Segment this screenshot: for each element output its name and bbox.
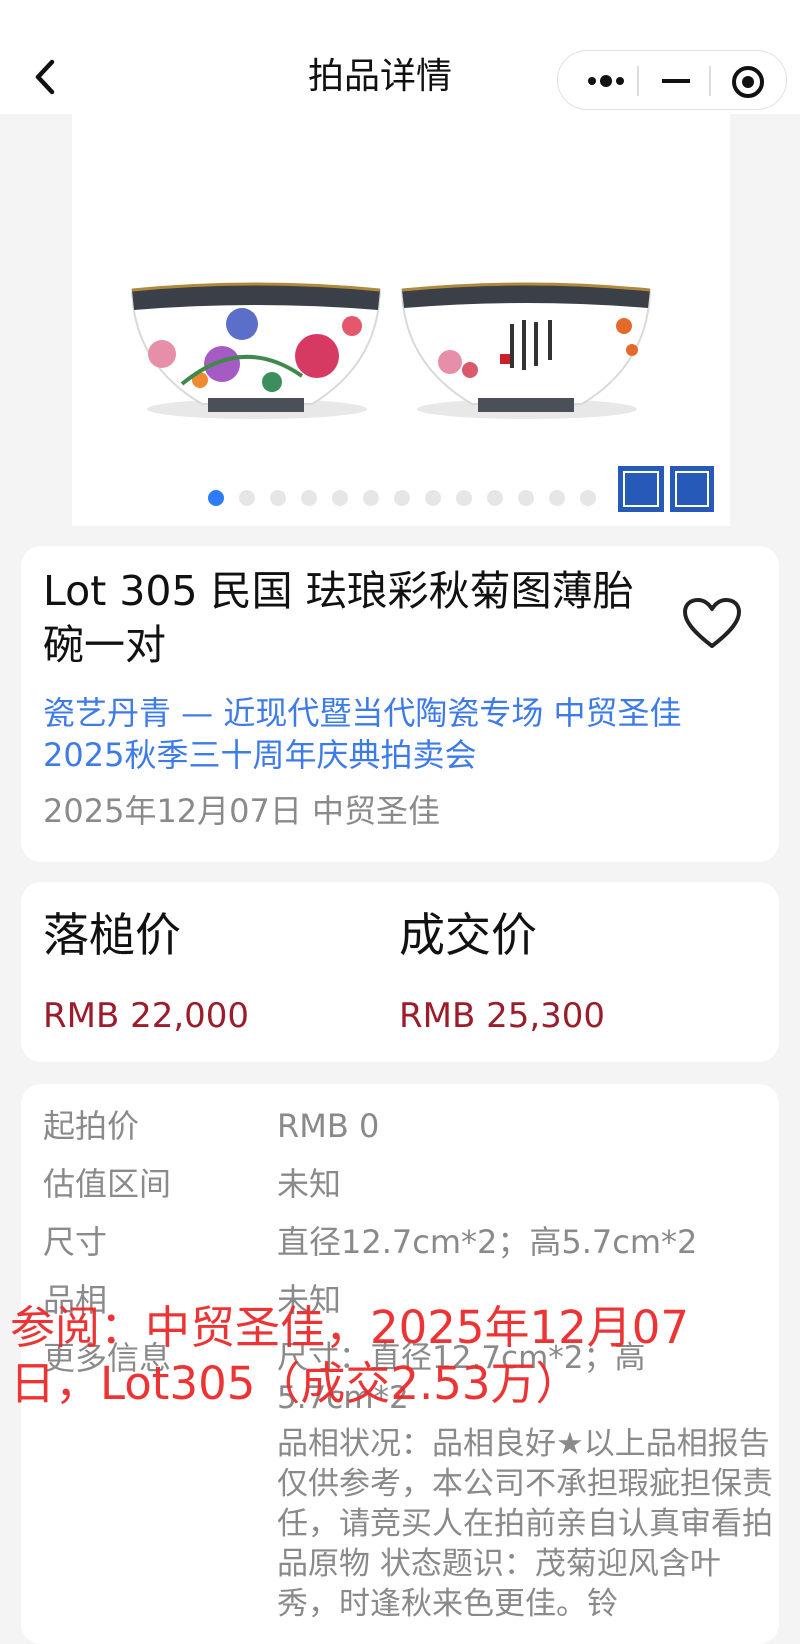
carousel-dot[interactable] <box>487 490 503 506</box>
start-price-value: RMB 0 <box>277 1107 380 1145</box>
size-label: 尺寸 <box>43 1223 108 1261</box>
lot-info-card: Lot 305 民国 珐琅彩秋菊图薄胎碗一对 瓷艺丹青 — 近现代暨当代陶瓷专场… <box>21 546 779 862</box>
deal-price-label: 成交价 <box>399 908 537 962</box>
bowls-image <box>130 282 714 512</box>
navigation-bar: 拍品详情 <box>0 0 800 114</box>
carousel-dot[interactable] <box>270 490 286 506</box>
capsule-divider <box>637 66 639 96</box>
condition-label: 品相 <box>43 1281 108 1319</box>
carousel-dot[interactable] <box>549 490 565 506</box>
carousel-dot[interactable] <box>208 490 224 506</box>
mini-program-capsule <box>557 50 787 110</box>
estimate-label: 估值区间 <box>43 1165 172 1203</box>
more-info-size: 尺寸：直径12.7cm*2；高5.7cm*2 <box>277 1340 646 1416</box>
condition-value: 未知 <box>277 1281 342 1319</box>
estimate-value: 未知 <box>277 1165 342 1203</box>
hammer-price-value: RMB 22,000 <box>43 996 250 1036</box>
deal-price-value: RMB 25,300 <box>399 996 606 1036</box>
carousel-dot[interactable] <box>456 490 472 506</box>
carousel-dot[interactable] <box>239 490 255 506</box>
carousel-dot[interactable] <box>332 490 348 506</box>
more-info-condition: 品相状况：品相良好★以上品相报告仅供参考，本公司不承担瑕疵担保责任，请竞买人在拍… <box>277 1426 773 1622</box>
carousel-dot[interactable] <box>518 490 534 506</box>
image-carousel[interactable] <box>72 114 730 526</box>
carousel-indicators <box>72 490 730 510</box>
details-card: 起拍价 RMB 0 估值区间 未知 尺寸 直径12.7cm*2；高5.7cm*2… <box>21 1084 779 1644</box>
capsule-divider <box>709 66 711 96</box>
carousel-dot[interactable] <box>394 490 410 506</box>
more-info-label: 更多信息 <box>43 1339 172 1377</box>
carousel-dot[interactable] <box>580 490 596 506</box>
size-value: 直径12.7cm*2；高5.7cm*2 <box>277 1223 698 1261</box>
minimize-icon[interactable] <box>646 51 706 109</box>
carousel-dot[interactable] <box>301 490 317 506</box>
auction-date-house: 2025年12月07日 中贸圣佳 <box>43 792 441 830</box>
lot-title: Lot 305 民国 珐琅彩秋菊图薄胎碗一对 <box>43 567 634 669</box>
close-target-icon[interactable] <box>714 51 782 109</box>
start-price-label: 起拍价 <box>43 1107 140 1145</box>
price-card: 落槌价 RMB 22,000 成交价 RMB 25,300 <box>21 882 779 1062</box>
carousel-dot[interactable] <box>425 490 441 506</box>
heart-icon[interactable] <box>681 596 743 652</box>
hammer-price-label: 落槌价 <box>43 908 181 962</box>
auction-session-link[interactable]: 瓷艺丹青 — 近现代暨当代陶瓷专场 中贸圣佳2025秋季三十周年庆典拍卖会 <box>43 692 733 776</box>
carousel-dot[interactable] <box>363 490 379 506</box>
more-dots-icon[interactable] <box>578 51 638 109</box>
